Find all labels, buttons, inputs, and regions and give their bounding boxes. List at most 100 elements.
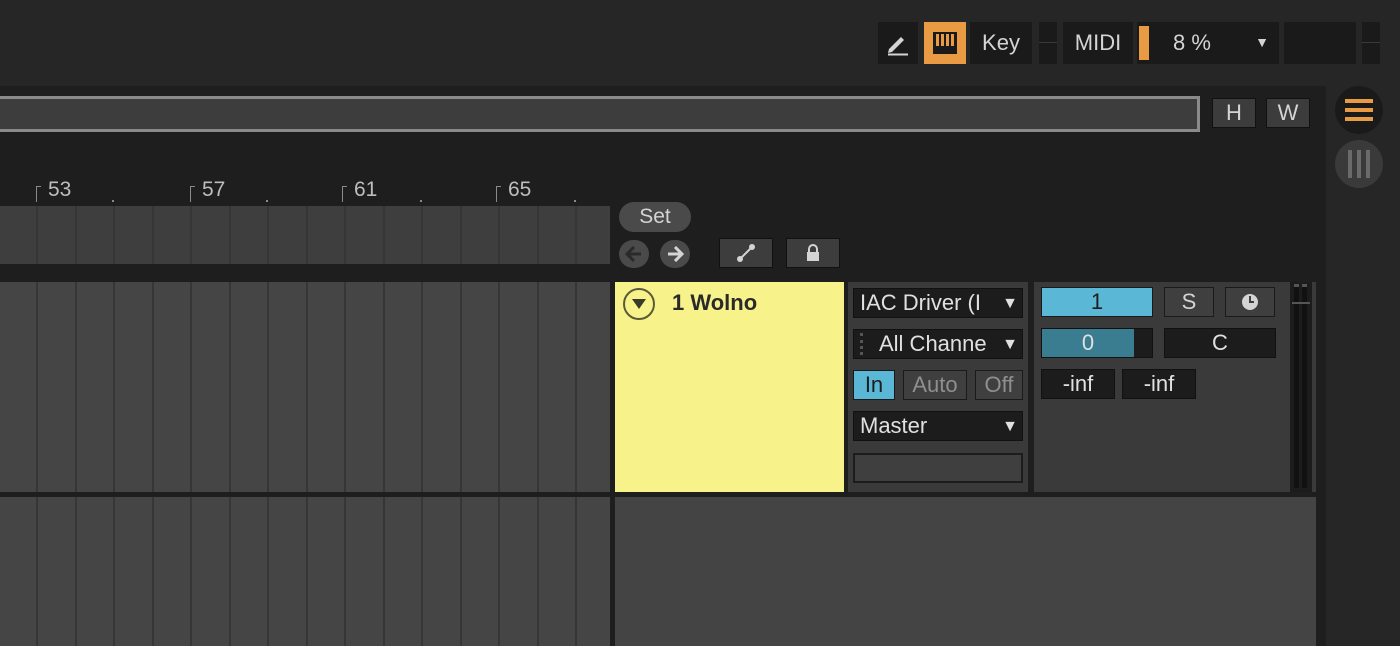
grid-line	[498, 497, 500, 646]
track-mixer-section: 1 S 0 C -inf -inf	[1034, 282, 1316, 492]
session-view-button[interactable]	[1335, 140, 1383, 188]
grid-line	[575, 497, 577, 646]
lock-envelopes-button[interactable]	[786, 238, 840, 268]
arrangement-overview-scrollbar[interactable]	[0, 96, 1200, 132]
ruler-bar-number: 57	[202, 178, 226, 201]
ruler-beat-dot	[574, 200, 576, 202]
midi-input-channel-select[interactable]: All Channe ▼	[853, 329, 1023, 359]
chevron-down-icon: ▼	[1255, 34, 1269, 50]
grid-line	[305, 282, 308, 492]
toolbar-separator	[1362, 22, 1380, 64]
monitor-in-button[interactable]: In	[853, 370, 895, 400]
monitor-off-button[interactable]: Off	[975, 370, 1023, 400]
grid-line	[151, 282, 154, 492]
output-value: Master	[860, 413, 928, 438]
grid-line	[498, 282, 500, 492]
grid-line	[382, 206, 385, 264]
ruler-bar-number: 61	[354, 178, 378, 201]
grid-line	[421, 497, 423, 646]
toolbar-separator	[1039, 22, 1057, 64]
level-meter-left	[1294, 284, 1299, 488]
grid-line	[459, 497, 462, 646]
track-arrangement-lane[interactable]	[0, 282, 610, 492]
grid-line	[267, 206, 269, 264]
lock-icon	[807, 244, 819, 261]
main-menu-button[interactable]	[1335, 86, 1383, 134]
solo-button[interactable]: S	[1164, 287, 1214, 317]
grid-line	[190, 206, 192, 264]
app-window: Key MIDI 8 % ▼ H W 53 57 61 65 Set 1 Wol…	[0, 0, 1400, 646]
arrow-right-icon	[668, 246, 684, 262]
ruler-beat-dot	[420, 200, 422, 202]
grid-line	[113, 282, 115, 492]
grid-line	[344, 282, 346, 492]
empty-arrangement-lane[interactable]	[0, 497, 610, 646]
chevron-down-icon: ▼	[1002, 295, 1018, 312]
peak-level-left: -inf	[1041, 369, 1115, 399]
set-locator-button[interactable]: Set	[619, 202, 691, 232]
grid-line	[498, 206, 500, 264]
grid-line	[190, 282, 192, 492]
pan-knob[interactable]: C	[1164, 328, 1276, 358]
draw-mode-button[interactable]	[878, 22, 918, 64]
grid-line	[536, 282, 539, 492]
midi-map-button[interactable]: MIDI	[1063, 22, 1133, 64]
optimize-height-button[interactable]: H	[1212, 98, 1256, 128]
grid-line	[74, 282, 77, 492]
optimize-width-button[interactable]: W	[1266, 98, 1310, 128]
grid-line	[228, 282, 231, 492]
grid-line	[151, 206, 154, 264]
grid-line	[459, 282, 462, 492]
input-channel-value: All Channe	[879, 331, 987, 356]
level-meter	[1290, 282, 1312, 492]
grid-line	[113, 206, 115, 264]
arrow-left-icon	[625, 246, 641, 262]
grid-line	[305, 206, 308, 264]
monitor-auto-button[interactable]: Auto	[903, 370, 967, 400]
meter-scale-mark	[1292, 302, 1310, 304]
cpu-load-value: 8 %	[1173, 30, 1211, 55]
previous-locator-button[interactable]	[619, 240, 649, 268]
midi-from-input-type-select[interactable]: IAC Driver (I ▼	[853, 288, 1023, 318]
empty-track-area[interactable]	[615, 497, 1316, 646]
grid-line	[267, 282, 269, 492]
link-icon	[737, 244, 755, 262]
hamburger-menu-icon	[1345, 99, 1373, 121]
grid-line	[36, 282, 38, 492]
link-envelopes-button[interactable]	[719, 238, 773, 268]
ruler-tick	[342, 186, 347, 202]
midi-to-output-select[interactable]: Master ▼	[853, 411, 1023, 441]
grid-line	[344, 497, 346, 646]
grid-line	[228, 497, 231, 646]
track-name[interactable]: 1 Wolno	[672, 290, 757, 316]
level-meter-right	[1302, 284, 1307, 488]
fold-track-button[interactable]	[623, 288, 655, 320]
track-volume-slider[interactable]: 0	[1041, 328, 1153, 358]
peak-level-right: -inf	[1122, 369, 1196, 399]
ruler-tick	[36, 186, 41, 202]
track-activator-button[interactable]: 1	[1041, 287, 1153, 317]
ruler-tick	[496, 186, 501, 202]
grid-line	[575, 282, 577, 492]
next-locator-button[interactable]	[660, 240, 690, 268]
grid-line	[228, 206, 231, 264]
fold-arrow-icon	[632, 299, 646, 309]
grid-line	[305, 497, 308, 646]
columns-icon	[1348, 150, 1370, 178]
cpu-load-meter[interactable]: 8 % ▼	[1137, 22, 1279, 64]
grid-line	[382, 497, 385, 646]
grid-line	[421, 206, 423, 264]
locator-lane[interactable]	[0, 206, 610, 264]
pencil-icon	[888, 37, 908, 56]
ruler-tick	[190, 186, 195, 202]
grid-line	[74, 206, 77, 264]
chevron-down-icon: ▼	[1002, 336, 1018, 353]
grid-line	[36, 206, 38, 264]
record-arm-button[interactable]	[1225, 287, 1275, 317]
computer-midi-keyboard-button[interactable]	[924, 22, 966, 64]
piano-keyboard-icon	[933, 32, 957, 54]
output-channel-select[interactable]	[853, 453, 1023, 483]
hard-disk-overload-indicator	[1284, 22, 1356, 64]
track-title-bar[interactable]: 1 Wolno	[615, 282, 844, 492]
key-map-button[interactable]: Key	[970, 22, 1032, 64]
